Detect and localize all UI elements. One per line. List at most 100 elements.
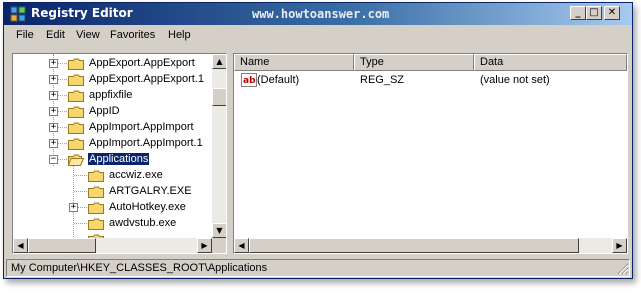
registry-editor-window: Registry Editor www.howtoanswer.com _ □ … (3, 2, 633, 279)
folder-icon (88, 202, 104, 214)
tree-item[interactable]: + AppExport.AppExport.1 (13, 72, 213, 88)
table-row[interactable]: ab (Default) REG_SZ (value not set) (237, 73, 627, 89)
watermark-text: www.howtoanswer.com (252, 7, 390, 21)
folder-icon (68, 106, 84, 118)
tree-item[interactable]: awdvstub.exe (13, 216, 213, 232)
values-horizontal-scroll-thumb[interactable] (249, 238, 579, 253)
tree-connector-line (57, 159, 67, 161)
folder-icon (88, 170, 104, 182)
minimize-button[interactable]: _ (570, 6, 586, 20)
maximize-icon: □ (589, 7, 599, 18)
title-bar[interactable]: Registry Editor www.howtoanswer.com _ □ … (4, 3, 632, 25)
tree-pane[interactable]: + AppExport.AppExport + AppExport.AppExp… (12, 53, 227, 254)
tree-connector-line (57, 143, 67, 145)
arrow-down-icon: ▼ (216, 226, 223, 235)
tree-item[interactable]: + AppImport.AppImport (13, 120, 213, 136)
tree-item-label: AutoHotkey.exe (109, 201, 186, 213)
window-title: Registry Editor (31, 6, 133, 20)
column-header-data[interactable]: Data (474, 54, 627, 71)
tree-item-label: awdvstub.exe (109, 217, 177, 229)
scroll-left-button[interactable]: ◀ (234, 238, 249, 253)
arrow-left-icon: ◀ (17, 241, 24, 250)
tree-connector-line (74, 223, 87, 225)
string-value-icon: ab (241, 73, 257, 87)
scroll-up-button[interactable]: ▲ (212, 54, 226, 69)
tree-item-label: appfixfile (89, 89, 133, 101)
scroll-down-button[interactable]: ▼ (212, 223, 226, 238)
folder-icon (68, 122, 84, 134)
minimize-icon: _ (575, 7, 581, 18)
menu-favorites[interactable]: Favorites (110, 29, 155, 41)
scroll-left-button[interactable]: ◀ (13, 238, 28, 253)
arrow-right-icon: ▶ (616, 241, 623, 250)
tree-item-applications[interactable]: − Applications (13, 152, 213, 168)
tree-connector-line (74, 175, 87, 177)
arrow-up-icon: ▲ (216, 57, 223, 66)
tree-vertical-scrollbar[interactable] (212, 54, 226, 238)
folder-icon (68, 90, 84, 102)
collapse-icon[interactable]: − (49, 155, 58, 164)
registry-editor-app-icon (10, 6, 26, 22)
value-type: REG_SZ (360, 74, 405, 86)
tree-item-label: ARTGALRY.EXE (109, 185, 192, 197)
column-header-name[interactable]: Name (234, 54, 354, 71)
close-icon: ✕ (607, 7, 617, 18)
expand-icon[interactable]: + (49, 107, 58, 116)
open-folder-icon (68, 154, 84, 166)
values-pane[interactable]: Name Type Data ab (Default) REG_SZ (valu… (233, 53, 628, 254)
folder-icon (68, 138, 84, 150)
tree-connector-line (57, 63, 67, 65)
tree-connector-line (57, 95, 67, 97)
tree-connector-line (74, 191, 87, 193)
tree-item-label: AppImport.AppImport (89, 121, 194, 133)
expand-icon[interactable]: + (49, 91, 58, 100)
tree-item-label: AppImport.AppImport.1 (89, 137, 203, 149)
resize-grip-icon[interactable] (617, 263, 629, 275)
string-value-icon-text: ab (243, 76, 256, 86)
status-bar: My Computer\HKEY_CLASSES_ROOT\Applicatio… (6, 259, 630, 277)
expand-icon[interactable]: + (49, 75, 58, 84)
arrow-left-icon: ◀ (238, 241, 245, 250)
close-button[interactable]: ✕ (604, 6, 620, 20)
folder-icon (68, 74, 84, 86)
menu-bar: File Edit View Favorites Help (4, 26, 632, 46)
tree-item-label: AppExport.AppExport.1 (89, 73, 204, 85)
maximize-button[interactable]: □ (586, 6, 602, 20)
expand-icon[interactable]: + (49, 59, 58, 68)
folder-icon (68, 58, 84, 70)
folder-icon (88, 218, 104, 230)
tree-connector-line (57, 79, 67, 81)
tree-connector-line (77, 207, 87, 209)
tree-item-label: Applications (86, 152, 151, 166)
tree-item[interactable]: + AutoHotkey.exe (13, 200, 213, 216)
tree-horizontal-scroll-thumb[interactable] (28, 238, 96, 253)
tree-item-label: accwiz.exe (109, 169, 163, 181)
tree-item[interactable]: accwiz.exe (13, 168, 213, 184)
tree-item[interactable]: ARTGALRY.EXE (13, 184, 213, 200)
tree-vertical-scroll-thumb[interactable] (212, 88, 226, 106)
menu-edit[interactable]: Edit (46, 29, 65, 41)
status-path: My Computer\HKEY_CLASSES_ROOT\Applicatio… (11, 262, 268, 274)
scroll-right-button[interactable]: ▶ (612, 238, 627, 253)
menu-file[interactable]: File (16, 29, 34, 41)
tree-item-label: AppID (89, 105, 120, 117)
expand-icon[interactable]: + (49, 139, 58, 148)
tree-item[interactable]: + AppExport.AppExport (13, 56, 213, 72)
tree-item[interactable]: + appfixfile (13, 88, 213, 104)
tree-item[interactable]: + AppImport.AppImport.1 (13, 136, 213, 152)
tree-item[interactable]: + AppID (13, 104, 213, 120)
expand-icon[interactable]: + (49, 123, 58, 132)
arrow-right-icon: ▶ (201, 241, 208, 250)
menu-view[interactable]: View (76, 29, 100, 41)
value-data: (value not set) (480, 74, 550, 86)
menu-help[interactable]: Help (168, 29, 191, 41)
scroll-right-button[interactable]: ▶ (197, 238, 212, 253)
value-name: (Default) (257, 74, 300, 86)
tree-connector-line (57, 127, 67, 129)
scroll-corner (212, 238, 226, 253)
expand-icon[interactable]: + (69, 203, 78, 212)
column-header-type[interactable]: Type (354, 54, 474, 71)
folder-icon (88, 186, 104, 198)
tree-connector-line (57, 111, 67, 113)
tree-item-label: AppExport.AppExport (89, 57, 195, 69)
